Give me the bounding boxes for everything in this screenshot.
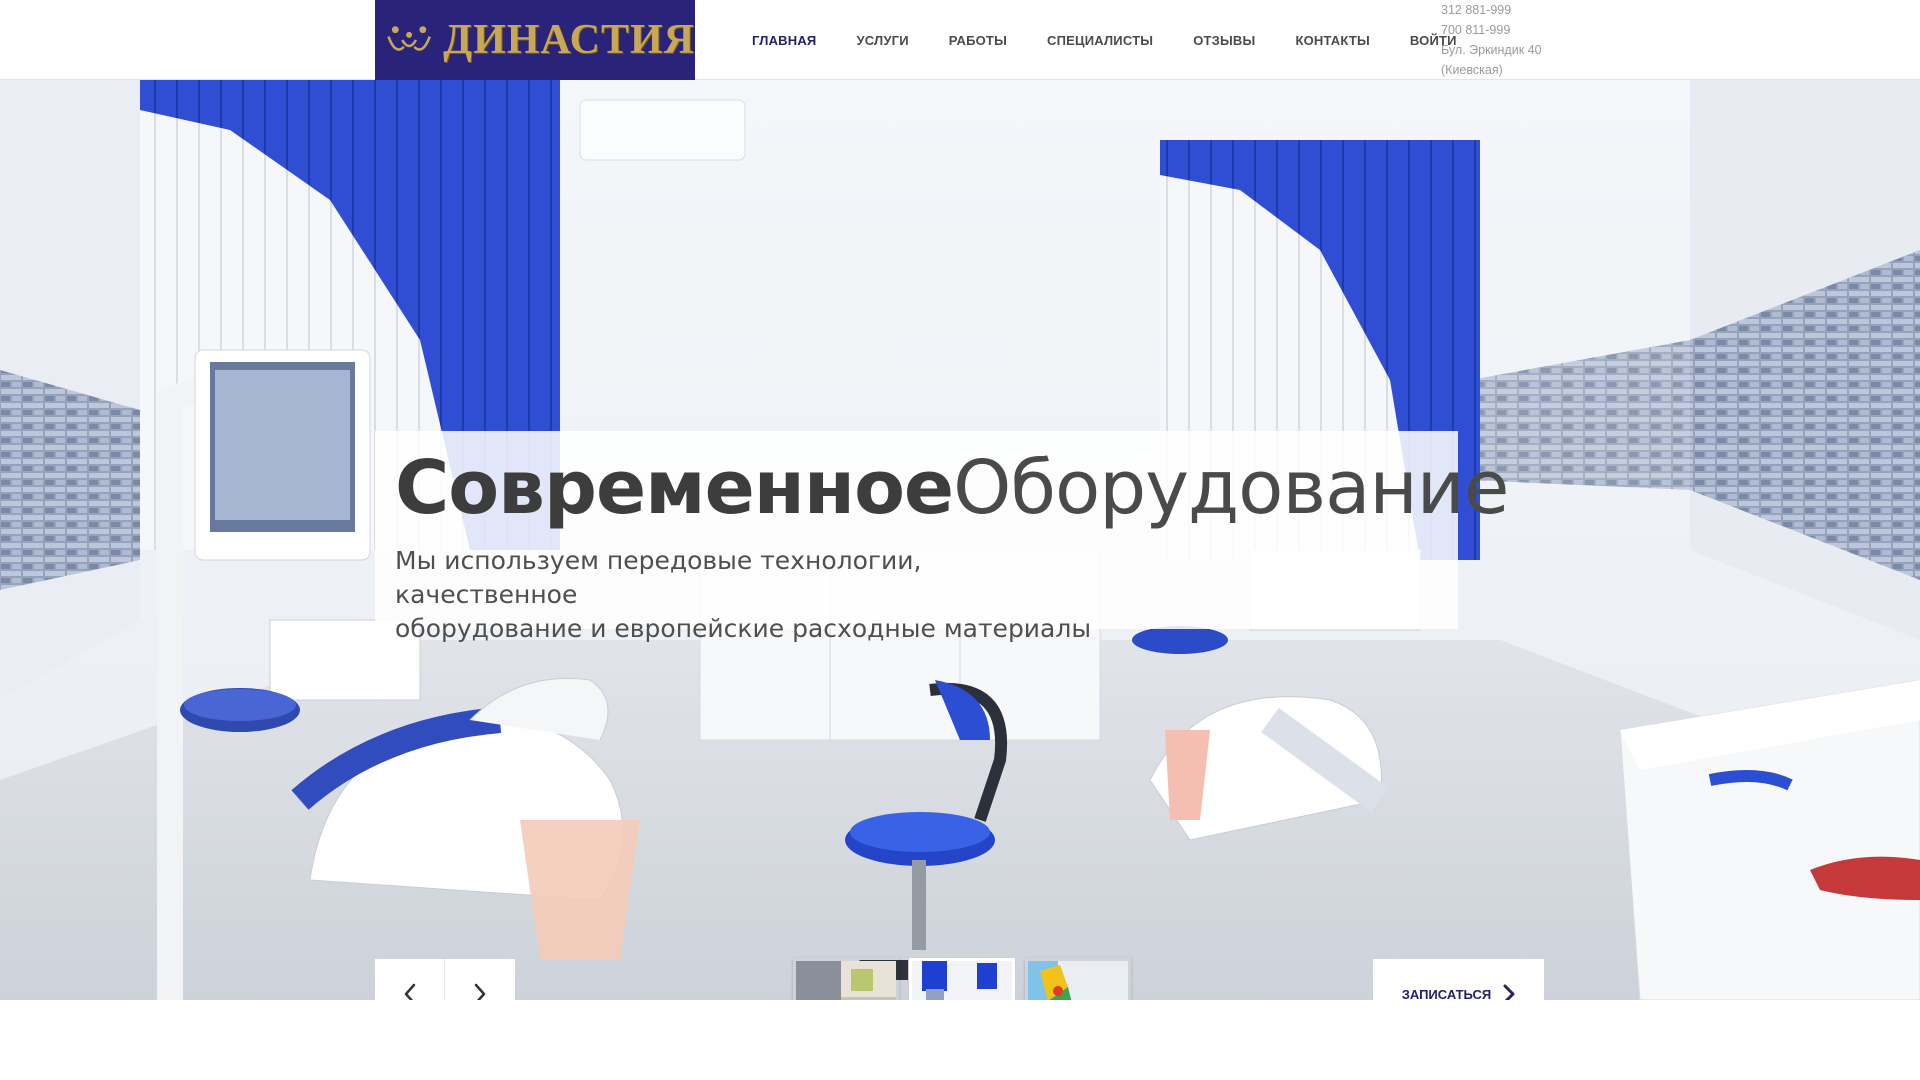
main-nav: ГЛАВНАЯ УСЛУГИ РАБОТЫ СПЕЦИАЛИСТЫ ОТЗЫВЫ… — [752, 0, 1497, 80]
nav-item-home[interactable]: ГЛАВНАЯ — [752, 33, 816, 48]
slide-subtitle-line-2: оборудование и европейские расходные мат… — [395, 614, 1092, 643]
nav-item-services[interactable]: УСЛУГИ — [856, 33, 908, 48]
slide-title-bold: Современное — [395, 445, 954, 531]
chevron-right-icon — [474, 983, 486, 1000]
slide-subtitle-line-1: Мы используем передовые технологии, каче… — [395, 546, 922, 609]
chevron-left-icon — [404, 983, 415, 1000]
slide-title: СовременноеОборудование — [395, 445, 1509, 531]
slide-subtitle: Мы используем передовые технологии, каче… — [395, 544, 1095, 646]
dental-room-thumbnail[interactable] — [909, 958, 1015, 1000]
nav-item-contacts[interactable]: КОНТАКТЫ — [1295, 33, 1369, 48]
slide-caption: СовременноеОборудование Мы используем пе… — [375, 431, 1509, 643]
nav-item-reviews[interactable]: ОТЗЫВЫ — [1193, 33, 1255, 48]
header-contacts: 312 881-999 700 811-999 Бул. Эркиндик 40… — [1441, 0, 1542, 80]
slider-thumbnails — [793, 958, 1141, 1000]
slide-title-light: Оборудование — [953, 445, 1509, 531]
chevron-right-icon — [1503, 984, 1515, 1000]
address-line-2: (Киевская) — [1441, 63, 1503, 77]
logo[interactable]: ДИНАСТИЯ — [375, 0, 695, 80]
site-header: ДИНАСТИЯ ГЛАВНАЯ УСЛУГИ РАБОТЫ СПЕЦИАЛИС… — [0, 0, 1920, 80]
logo-text: ДИНАСТИЯ — [443, 17, 695, 63]
nav-item-works[interactable]: РАБОТЫ — [949, 33, 1007, 48]
family-logo-icon — [387, 26, 431, 51]
nav-item-specialists[interactable]: СПЕЦИАЛИСТЫ — [1047, 33, 1153, 48]
slider-next-button[interactable] — [445, 959, 515, 1000]
slider-prev-button[interactable] — [375, 959, 445, 1000]
reception-thumbnail[interactable] — [793, 958, 899, 1000]
kids-room-thumbnail[interactable] — [1025, 958, 1131, 1000]
phone-1[interactable]: 312 881-999 — [1441, 0, 1542, 20]
book-appointment-button[interactable]: ЗАПИСАТЬСЯ — [1373, 959, 1544, 1000]
hero-slider: СовременноеОборудование Мы используем пе… — [0, 80, 1920, 1000]
phone-2[interactable]: 700 811-999 — [1441, 20, 1542, 40]
address-line-1: Бул. Эркиндик 40 — [1441, 43, 1542, 57]
book-appointment-label: ЗАПИСАТЬСЯ — [1401, 986, 1492, 1001]
